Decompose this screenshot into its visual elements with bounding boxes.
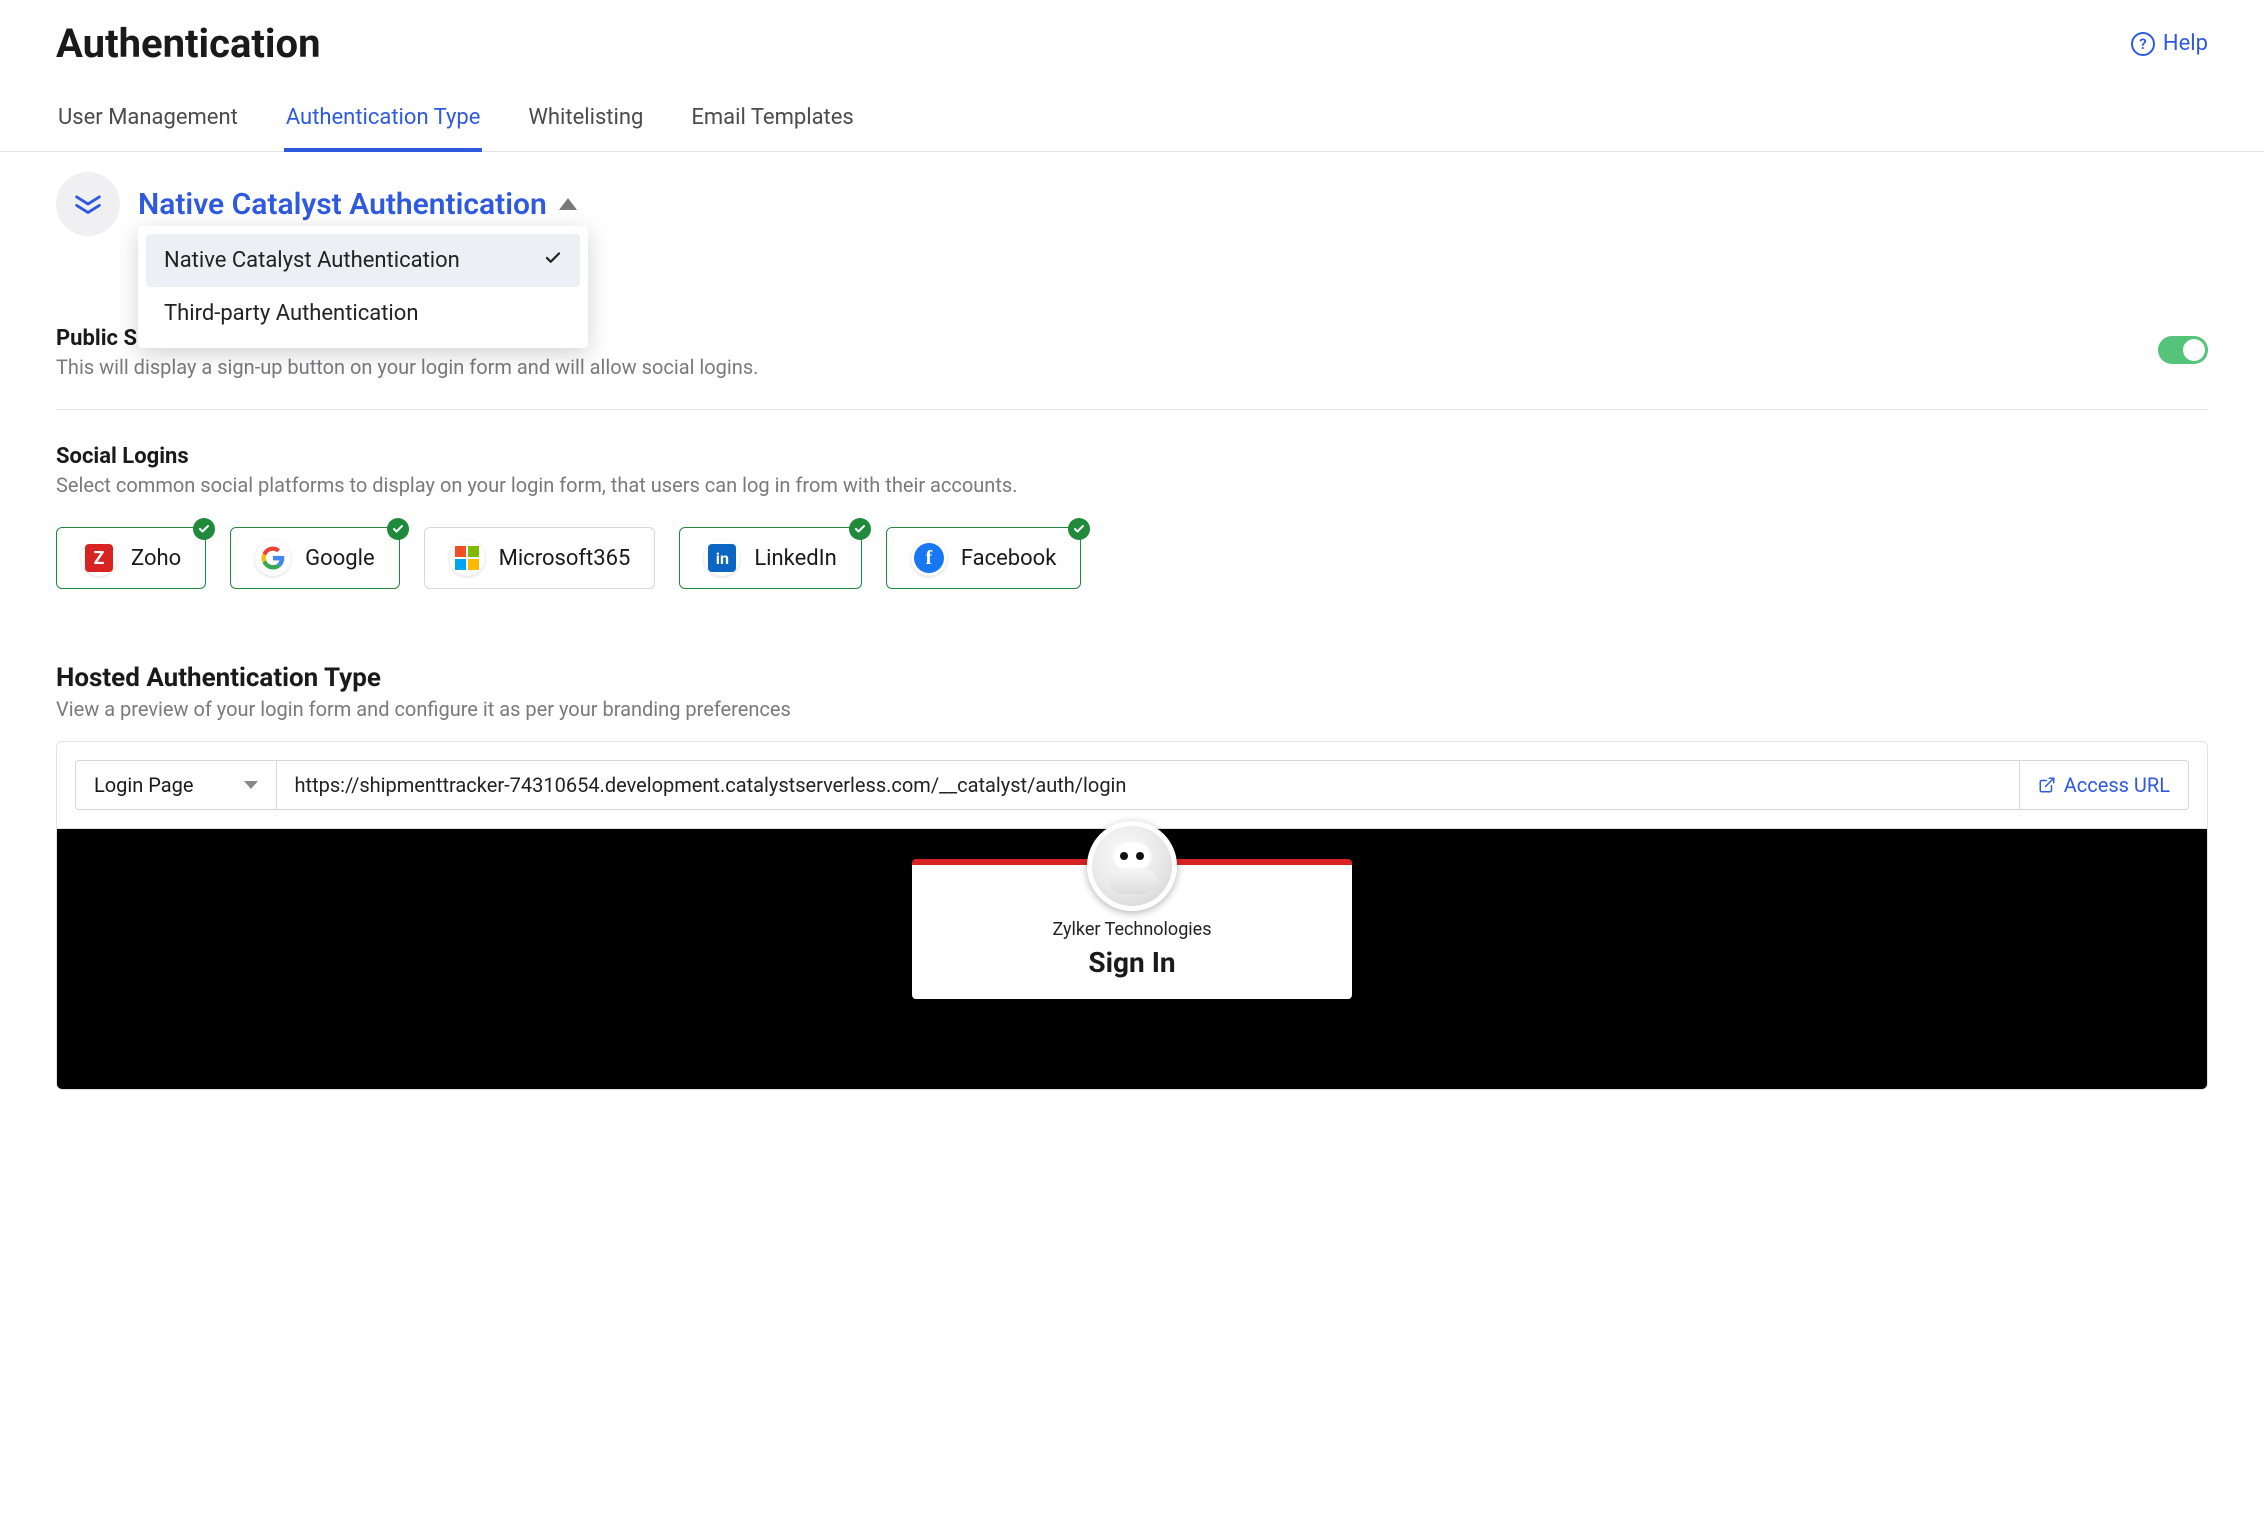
auth-type-current: Native Catalyst Authentication	[138, 187, 547, 222]
page-select-label: Login Page	[94, 773, 194, 797]
social-label: Microsoft365	[499, 546, 631, 571]
tab-user-management[interactable]: User Management	[56, 95, 240, 152]
chevron-up-icon	[559, 198, 577, 210]
public-signup-toggle[interactable]	[2158, 336, 2208, 364]
hosted-desc: View a preview of your login form and co…	[56, 697, 2208, 721]
company-name: Zylker Technologies	[942, 919, 1322, 940]
avatar	[1087, 821, 1177, 911]
tab-authentication-type[interactable]: Authentication Type	[284, 95, 483, 152]
selected-check-icon	[387, 518, 409, 540]
social-providers: Z Zoho Google Mi	[56, 527, 2208, 589]
hosted-title: Hosted Authentication Type	[56, 663, 2208, 693]
microsoft-icon	[449, 540, 485, 576]
tab-whitelisting[interactable]: Whitelisting	[526, 95, 645, 152]
dropdown-item-label: Third-party Authentication	[164, 301, 418, 326]
help-label: Help	[2163, 31, 2208, 56]
page-title: Authentication	[56, 20, 321, 67]
signin-heading: Sign In	[942, 946, 1322, 979]
access-url-button[interactable]: Access URL	[2020, 760, 2189, 810]
social-card-linkedin[interactable]: in LinkedIn	[679, 527, 862, 589]
access-url-label: Access URL	[2064, 773, 2170, 797]
selected-check-icon	[193, 518, 215, 540]
chevron-down-icon	[244, 781, 258, 789]
google-icon	[255, 540, 291, 576]
auth-type-dropdown: Native Catalyst Authentication Third-par…	[138, 226, 588, 348]
auth-type-dropdown-trigger[interactable]: Native Catalyst Authentication	[138, 187, 577, 222]
linkedin-icon: in	[704, 540, 740, 576]
social-card-facebook[interactable]: f Facebook	[886, 527, 1082, 589]
social-card-zoho[interactable]: Z Zoho	[56, 527, 206, 589]
help-icon: ?	[2131, 32, 2155, 56]
dropdown-item-thirdparty[interactable]: Third-party Authentication	[146, 287, 580, 340]
social-label: Google	[305, 546, 374, 571]
social-card-google[interactable]: Google	[230, 527, 399, 589]
page-select[interactable]: Login Page	[75, 760, 277, 810]
social-logins-desc: Select common social platforms to displa…	[56, 473, 2208, 497]
selected-check-icon	[849, 518, 871, 540]
facebook-icon: f	[911, 540, 947, 576]
dropdown-item-native[interactable]: Native Catalyst Authentication	[146, 234, 580, 287]
login-preview: Zylker Technologies Sign In	[57, 829, 2207, 1089]
external-link-icon	[2038, 776, 2056, 794]
toggle-knob	[2183, 339, 2205, 361]
social-card-microsoft365[interactable]: Microsoft365	[424, 527, 656, 589]
social-label: LinkedIn	[754, 546, 837, 571]
social-logins-title: Social Logins	[56, 444, 2208, 469]
hosted-box: Login Page https://shipmenttracker-74310…	[56, 741, 2208, 1090]
login-card: Zylker Technologies Sign In	[912, 859, 1352, 999]
public-signup-desc: This will display a sign-up button on yo…	[56, 355, 758, 379]
social-label: Zoho	[131, 546, 181, 571]
check-icon	[544, 248, 562, 273]
dropdown-item-label: Native Catalyst Authentication	[164, 248, 460, 273]
help-link[interactable]: ? Help	[2131, 31, 2208, 56]
auth-type-icon	[56, 172, 120, 236]
zoho-icon: Z	[81, 540, 117, 576]
selected-check-icon	[1068, 518, 1090, 540]
tab-email-templates[interactable]: Email Templates	[689, 95, 855, 152]
hosted-url: https://shipmenttracker-74310654.develop…	[277, 760, 2020, 810]
social-label: Facebook	[961, 546, 1057, 571]
tabs: User Management Authentication Type Whit…	[0, 95, 2264, 152]
